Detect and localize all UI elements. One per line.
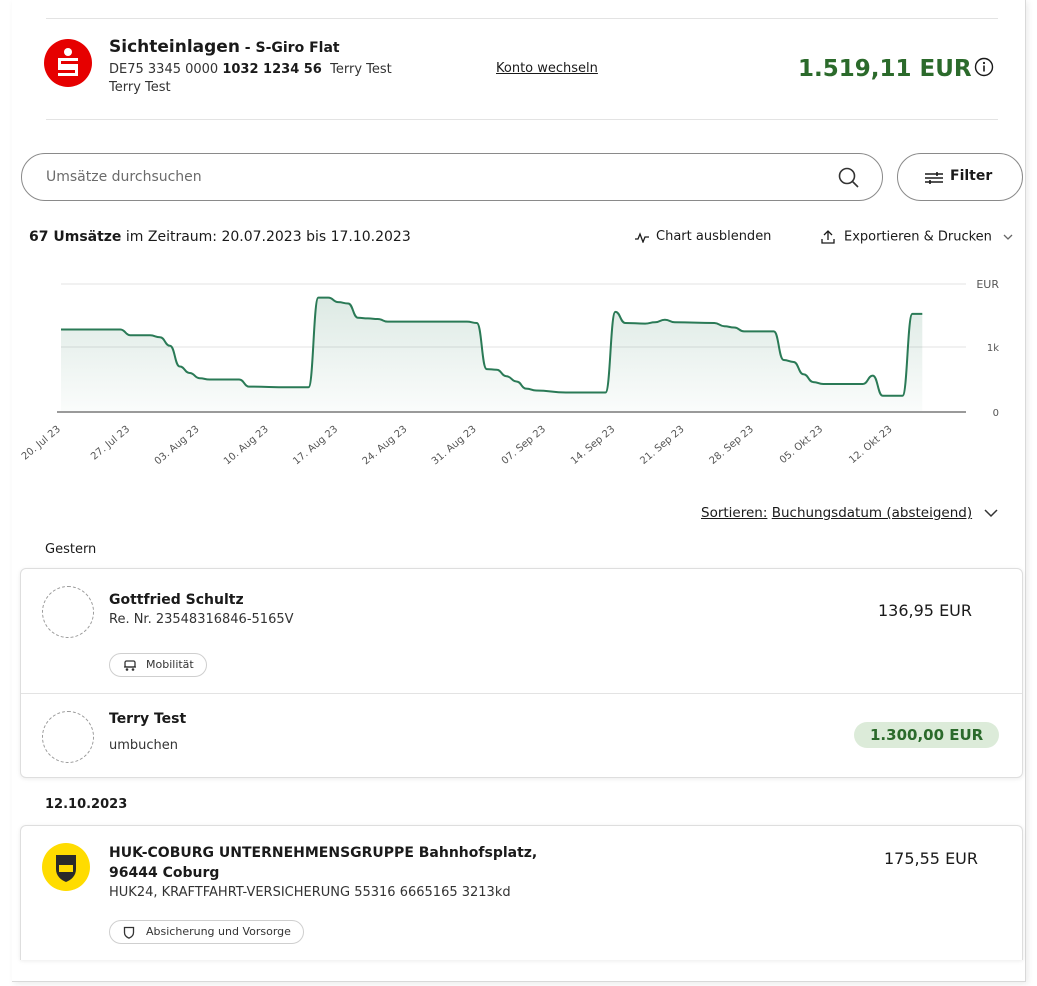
category-tag[interactable]: Mobilität <box>109 653 207 677</box>
upload-icon <box>821 230 835 244</box>
divider <box>46 18 998 19</box>
x-tick-label: 07. Sep 23 <box>500 424 548 467</box>
chevron-down-icon <box>984 509 998 518</box>
group-date-label: Gestern <box>45 542 97 557</box>
y-axis-label: EUR <box>976 278 999 291</box>
transaction-amount-credit: 1.300,00 EUR <box>854 722 1000 748</box>
divider <box>46 119 998 120</box>
transaction-name: Gottfried Schultz <box>109 592 244 608</box>
account-owner: Terry Test <box>109 80 171 95</box>
export-print-dropdown[interactable]: Exportieren & Drucken <box>820 229 1014 245</box>
chart-line-icon <box>635 231 649 244</box>
x-tick-label: 31. Aug 23 <box>430 424 479 467</box>
category-tag[interactable]: Absicherung und Vorsorge <box>109 920 304 944</box>
filter-button-label: Filter <box>950 168 993 184</box>
shield-icon <box>123 926 135 939</box>
transaction-name: Terry Test <box>109 711 187 727</box>
avatar-placeholder <box>42 586 94 638</box>
balance-chart: EUR 1k 0 20. Jul 23 27. Jul 23 03. Aug 23 10. … <box>20 278 1000 467</box>
transaction-row[interactable]: HUK-COBURG UNTERNEHMENSGRUPPE Bahnhofspl… <box>21 826 1022 961</box>
series-area <box>61 297 923 412</box>
huk-logo <box>42 843 90 891</box>
account-title: Sichteinlagen - S-Giro Flat <box>109 37 340 57</box>
sparkasse-s-icon <box>58 48 78 76</box>
x-tick-label: 05. Okt 23 <box>778 424 825 466</box>
transaction-name-line1: HUK-COBURG UNTERNEHMENSGRUPPE Bahnhofspl… <box>109 845 538 861</box>
switch-account-link[interactable]: Konto wechseln <box>496 61 598 76</box>
x-tick-label: 28. Sep 23 <box>708 424 756 467</box>
sort-dropdown[interactable]: Sortieren: Buchungsdatum (absteigend) <box>701 505 998 521</box>
x-tick-label: 10. Aug 23 <box>222 424 271 467</box>
info-icon[interactable] <box>974 57 994 77</box>
transactions-summary: 67 Umsätze im Zeitraum: 20.07.2023 bis 1… <box>29 229 411 245</box>
sparkasse-logo <box>44 39 92 87</box>
transactions-card: HUK-COBURG UNTERNEHMENSGRUPPE Bahnhofspl… <box>20 825 1023 960</box>
transaction-reference: HUK24, KRAFTFAHRT-VERSICHERUNG 55316 666… <box>109 885 511 900</box>
transaction-reference: umbuchen <box>109 738 179 753</box>
transaction-amount: 136,95 EUR <box>878 601 973 620</box>
transaction-row[interactable]: Terry Test umbuchen 1.300,00 EUR <box>21 694 1022 778</box>
x-tick-label: 21. Sep 23 <box>638 424 686 467</box>
filter-icon <box>925 172 943 184</box>
filter-button[interactable]: Filter <box>897 153 1023 201</box>
account-iban: DE75 3345 0000 1032 1234 56 Terry Test <box>109 62 392 77</box>
search-icon[interactable] <box>837 166 861 190</box>
x-tick-label: 12. Okt 23 <box>847 424 894 466</box>
y-tick-label: 1k <box>987 343 999 354</box>
account-balance: 1.519,11 EUR <box>798 56 972 82</box>
search-box[interactable] <box>21 153 883 201</box>
avatar-placeholder <box>42 711 94 763</box>
x-tick-label: 14. Sep 23 <box>569 424 617 467</box>
huk-shield-icon <box>56 855 76 882</box>
x-tick-label: 20. Jul 23 <box>20 424 63 463</box>
transaction-amount: 175,55 EUR <box>884 849 979 868</box>
x-tick-label: 24. Aug 23 <box>361 424 410 467</box>
transaction-row[interactable]: Gottfried Schultz Re. Nr. 23548316846-51… <box>21 569 1022 693</box>
x-tick-label: 17. Aug 23 <box>291 424 340 467</box>
group-date-label: 12.10.2023 <box>45 797 128 812</box>
x-tick-label: 27. Jul 23 <box>89 424 132 463</box>
transaction-name-line2: 96444 Coburg <box>109 865 220 881</box>
toggle-chart-button[interactable]: Chart ausblenden <box>634 229 771 244</box>
x-tick-label: 03. Aug 23 <box>153 424 202 467</box>
search-input[interactable] <box>46 166 806 188</box>
chevron-down-icon <box>1003 234 1013 240</box>
transaction-reference: Re. Nr. 23548316846-5165V <box>109 612 294 627</box>
car-icon <box>124 660 136 671</box>
y-tick-label: 0 <box>993 408 999 419</box>
transactions-card: Gottfried Schultz Re. Nr. 23548316846-51… <box>20 568 1023 778</box>
